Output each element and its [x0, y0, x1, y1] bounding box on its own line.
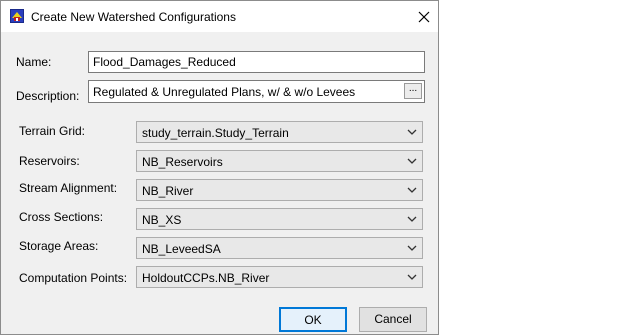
terrain-grid-label: Terrain Grid: — [19, 124, 86, 138]
computation-points-select[interactable]: HoldoutCCPs.NB_River — [136, 266, 423, 288]
description-label: Description: — [16, 89, 80, 103]
title-bar: Create New Watershed Configurations — [1, 1, 438, 32]
chevron-down-icon — [407, 187, 417, 193]
chevron-down-icon — [407, 274, 417, 280]
app-icon — [10, 9, 24, 23]
reservoirs-select[interactable]: NB_Reservoirs — [136, 150, 423, 172]
storage-areas-select[interactable]: NB_LeveedSA — [136, 237, 423, 259]
close-icon[interactable] — [415, 8, 433, 26]
reservoirs-label: Reservoirs: — [19, 154, 80, 168]
browse-description-button[interactable]: ... — [404, 83, 422, 99]
terrain-grid-value: study_terrain.Study_Terrain — [142, 126, 289, 140]
reservoirs-value: NB_Reservoirs — [142, 155, 223, 169]
stream-alignment-value: NB_River — [142, 184, 194, 198]
cross-sections-value: NB_XS — [142, 213, 182, 227]
chevron-down-icon — [407, 158, 417, 164]
name-label: Name: — [16, 55, 52, 69]
stream-alignment-select[interactable]: NB_River — [136, 179, 423, 201]
description-text: Regulated & Unregulated Plans, w/ & w/o … — [93, 85, 356, 99]
storage-areas-value: NB_LeveedSA — [142, 242, 221, 256]
chevron-down-icon — [407, 129, 417, 135]
computation-points-value: HoldoutCCPs.NB_River — [142, 271, 270, 285]
create-watershed-dialog: Create New Watershed Configurations Name… — [0, 0, 439, 335]
computation-points-label: Computation Points: — [19, 271, 128, 285]
cross-sections-select[interactable]: NB_XS — [136, 208, 423, 230]
storage-areas-label: Storage Areas: — [19, 239, 99, 253]
terrain-grid-select[interactable]: study_terrain.Study_Terrain — [136, 121, 423, 143]
stream-alignment-label: Stream Alignment: — [19, 181, 118, 195]
cross-sections-label: Cross Sections: — [19, 210, 104, 224]
window-title: Create New Watershed Configurations — [31, 10, 236, 24]
chevron-down-icon — [407, 216, 417, 222]
chevron-down-icon — [407, 245, 417, 251]
ok-button[interactable]: OK — [279, 307, 347, 332]
description-field[interactable]: Regulated & Unregulated Plans, w/ & w/o … — [88, 80, 425, 103]
name-field[interactable]: Flood_Damages_Reduced — [88, 51, 425, 73]
cancel-button[interactable]: Cancel — [359, 307, 427, 332]
